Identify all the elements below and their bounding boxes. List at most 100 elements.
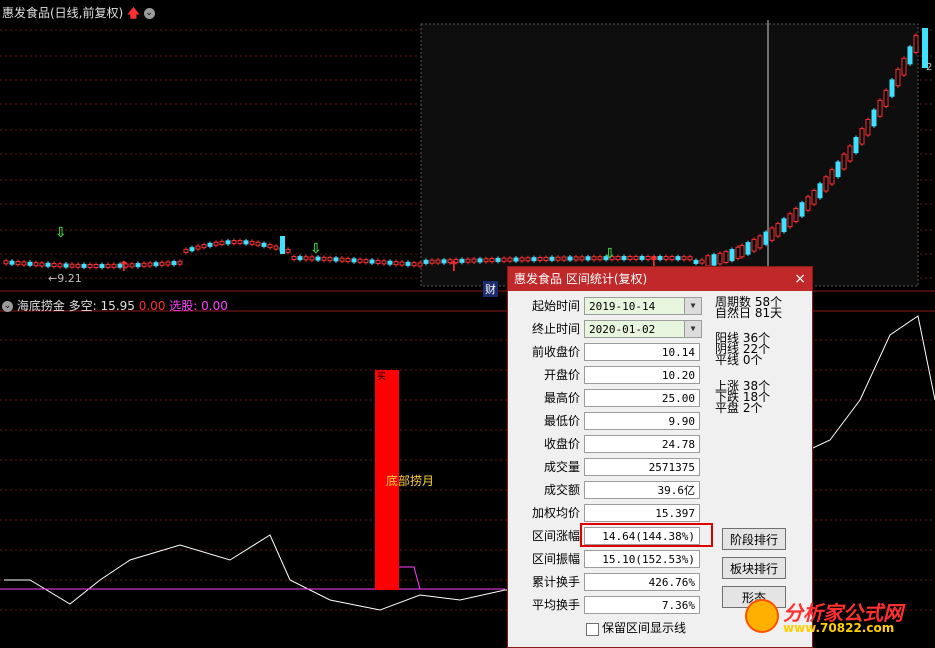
candle <box>51 263 57 268</box>
candle <box>705 255 711 267</box>
candle <box>805 196 811 211</box>
candle <box>309 256 315 261</box>
candle <box>723 251 729 263</box>
candle <box>555 256 561 261</box>
candle <box>219 240 225 245</box>
candle <box>793 207 799 223</box>
signal-arrow-icon: ⇩ <box>310 241 322 257</box>
candle <box>513 257 519 262</box>
candle <box>799 202 805 217</box>
indicator-name[interactable]: 海底捞金 <box>17 299 65 313</box>
candle <box>189 247 195 252</box>
stat-row-value-text: 39.6亿 <box>657 484 696 497</box>
bottom-signal-label: 底部捞月 <box>386 474 435 488</box>
stat-row-value: 9.90 <box>584 412 700 430</box>
range-change-highlight <box>580 523 713 547</box>
candle <box>165 261 171 266</box>
stat-row: 终止时间 2020-01-02 ▼ <box>508 319 708 339</box>
candle <box>745 242 751 255</box>
candle <box>393 261 399 266</box>
indicator-zero-value: 0.00 <box>138 299 166 313</box>
keep-range-checkbox[interactable] <box>586 623 599 636</box>
candle <box>537 257 543 262</box>
candle <box>739 244 745 258</box>
candle <box>81 263 87 268</box>
candle <box>471 258 477 263</box>
right-price-tag: 2 <box>926 62 933 73</box>
candle <box>901 57 907 76</box>
stat-row-value: 15.10(152.53%) <box>584 550 700 568</box>
candle <box>315 256 321 261</box>
candle <box>699 259 705 264</box>
signal-arrow-icon: ⇩ <box>604 246 616 262</box>
candle <box>435 259 441 264</box>
chevron-down-icon[interactable]: ▼ <box>684 298 701 314</box>
chart-title: 惠发食品(日线,前复权) 🡅 ⌄ <box>2 4 155 25</box>
close-icon[interactable]: × <box>794 267 806 291</box>
candle <box>153 262 159 267</box>
stat-row: 开盘价 10.20 <box>508 365 708 385</box>
stat-row: 区间振幅 15.10(152.53%) <box>508 549 708 569</box>
candle <box>811 189 817 205</box>
candle <box>297 256 303 261</box>
candle <box>465 258 471 263</box>
stat-row-value-text: 2571375 <box>648 461 695 474</box>
indicator-dropdown-icon[interactable]: ⌄ <box>2 301 13 312</box>
candle <box>477 258 483 263</box>
candle <box>507 257 513 262</box>
stat-row-label: 加权均价 <box>531 506 580 520</box>
candle <box>441 259 447 264</box>
candle <box>9 260 15 265</box>
date-select[interactable]: 2019-10-14 ▼ <box>584 297 702 315</box>
sector-rank-button[interactable]: 板块排行 <box>722 557 786 579</box>
stat-row-value: 10.14 <box>584 343 700 361</box>
stat-row-value-text: 10.20 <box>661 369 695 382</box>
stat-row-value-text: 10.14 <box>661 346 695 359</box>
stat-row-value-text: 24.78 <box>661 438 695 451</box>
stat-flat: 平线 0个 <box>715 353 763 367</box>
dialog-titlebar[interactable]: 惠发食品 区间统计(复权) × <box>508 267 812 291</box>
signal-arrow-icon: ↑ <box>448 259 460 275</box>
stat-row-label: 终止时间 <box>531 322 580 336</box>
candle <box>693 259 699 264</box>
candle <box>585 256 591 261</box>
stat-row: 收盘价 24.78 <box>508 434 708 454</box>
candle <box>183 248 189 253</box>
candle <box>829 169 835 185</box>
candle <box>549 256 555 261</box>
candle <box>483 258 489 263</box>
stat-row-value: 15.397 <box>584 504 700 522</box>
candle <box>531 257 537 262</box>
indicator-mode-value: 15.95 <box>100 299 135 313</box>
indicator-step <box>399 566 421 590</box>
candle <box>871 109 877 127</box>
candle <box>895 68 901 87</box>
range-stats-dialog[interactable]: 惠发食品 区间统计(复权) × 起始时间 2019-10-14 ▼ 终止时间 2020-… <box>507 266 813 648</box>
dropdown-icon[interactable]: ⌄ <box>143 8 155 19</box>
candle <box>177 260 183 265</box>
candle <box>729 249 735 262</box>
candle <box>769 227 775 241</box>
candle <box>363 259 369 264</box>
candle <box>21 261 27 266</box>
stage-rank-button[interactable]: 阶段排行 <box>722 528 786 550</box>
candle <box>775 223 781 237</box>
candle <box>615 256 621 261</box>
candle <box>817 183 823 199</box>
stat-row: 起始时间 2019-10-14 ▼ <box>508 296 708 316</box>
candle <box>69 263 75 268</box>
candle <box>717 252 723 265</box>
candle <box>889 79 895 97</box>
candle <box>27 261 33 266</box>
stat-row-value-text: 15.10(152.53%) <box>602 553 695 566</box>
watermark-line2: www.70822.com <box>783 621 895 635</box>
finance-marker[interactable]: 财 <box>483 281 498 297</box>
candle <box>669 256 675 261</box>
date-select[interactable]: 2020-01-02 ▼ <box>584 320 702 338</box>
chevron-down-icon[interactable]: ▼ <box>684 321 701 337</box>
watermark: 分析家公式网 www.70822.com <box>743 595 933 639</box>
candle <box>399 261 405 266</box>
candle <box>591 256 597 261</box>
candle <box>411 262 417 267</box>
stat-row-value-text: 2020-01-02 <box>589 323 656 336</box>
